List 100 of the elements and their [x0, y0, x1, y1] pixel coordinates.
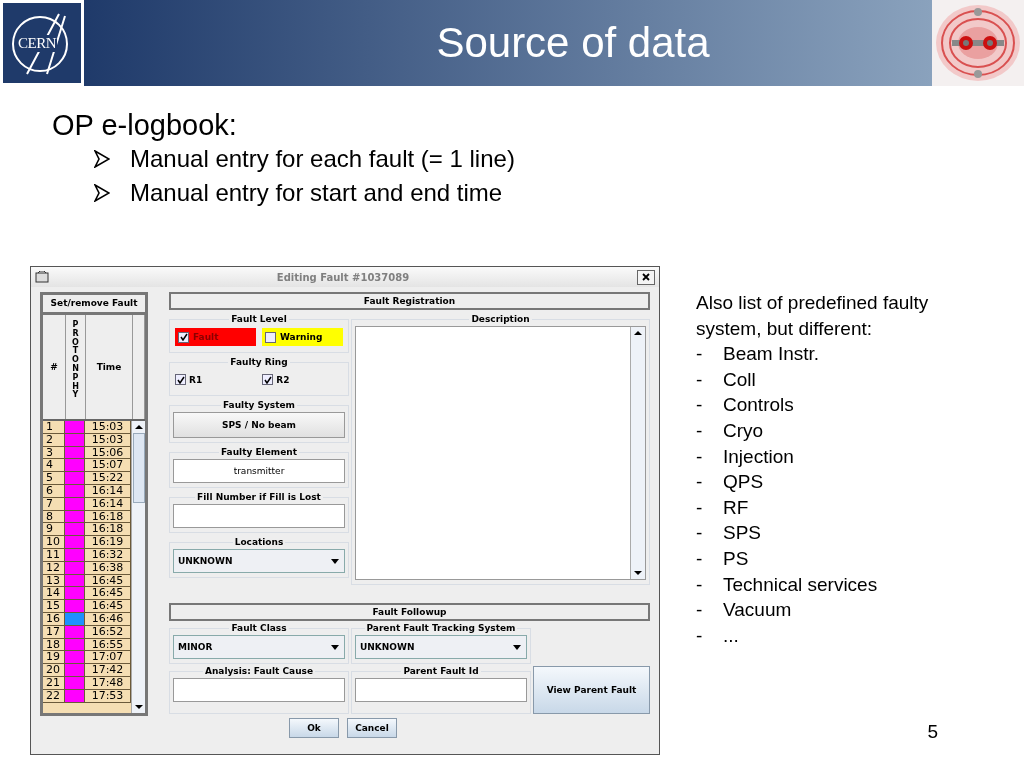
list-item: QPS — [723, 470, 764, 495]
view-parent-button[interactable]: View Parent Fault — [533, 666, 650, 714]
table-row[interactable]: 20 17:42 — [43, 664, 131, 677]
window-title: Editing Fault #1037089 — [275, 271, 411, 283]
table-row[interactable]: 14 16:45 — [43, 587, 131, 601]
note-text: Also list of predefined faulty system, but different: — [696, 291, 930, 341]
list-item: Coll — [723, 367, 756, 392]
element-field[interactable]: transmitter — [173, 459, 345, 483]
table-row[interactable]: 16 16:46 — [43, 612, 131, 626]
list-marker: - — [696, 342, 704, 367]
table-row[interactable]: 13 16:45 — [43, 574, 131, 588]
ring-checkbox[interactable]: R1 — [175, 374, 203, 385]
group-label: Parent Fault Id — [402, 666, 480, 676]
table-row[interactable]: 6 16:14 — [43, 485, 131, 498]
list-marker: - — [696, 546, 704, 571]
table-row[interactable]: 1 15:03 — [43, 421, 131, 434]
slide-heading: OP e-logbook: — [52, 108, 238, 142]
table-row[interactable]: 17 16:52 — [43, 625, 131, 639]
table-row[interactable]: 3 15:06 — [43, 446, 131, 460]
group-label: Faulty Element — [220, 447, 298, 457]
window-icon — [35, 271, 49, 283]
bullet-text: Manual entry for each fault (= 1 line) — [130, 144, 515, 174]
list-marker: - — [696, 393, 704, 418]
column-header: Time — [86, 315, 133, 419]
group-label: Analysis: Fault Cause — [203, 666, 315, 676]
list-item: Beam Instr. — [723, 342, 820, 367]
list-item: PS — [723, 546, 749, 571]
section-header: Fault Registration — [169, 292, 650, 310]
caret-icon — [513, 644, 521, 650]
table-row[interactable]: 22 17:53 — [43, 689, 131, 703]
table-row[interactable]: 10 16:19 — [43, 536, 131, 549]
table-row[interactable]: 9 16:18 — [43, 523, 131, 537]
caret-icon — [331, 644, 339, 650]
group-label: Description — [470, 314, 531, 324]
checkbox[interactable] — [175, 374, 186, 385]
table-row[interactable]: 4 15:07 — [43, 459, 131, 473]
table-row[interactable]: 11 16:32 — [43, 548, 131, 562]
arrowhead-bullet-icon — [94, 184, 110, 202]
table-row[interactable]: 21 17:48 — [43, 676, 131, 690]
scroll-up-icon — [134, 424, 143, 430]
list-item: ... — [723, 623, 739, 648]
dialog-button[interactable]: Cancel — [347, 718, 397, 738]
fault-class-dropdown[interactable]: MINOR — [173, 635, 345, 659]
list-item: Technical services — [723, 572, 878, 597]
list-marker: - — [696, 598, 704, 623]
page-number: 5 — [927, 720, 938, 745]
list-item: Vacuum — [723, 598, 792, 623]
list-marker: - — [696, 572, 704, 597]
ring-checkbox[interactable]: R2 — [262, 374, 290, 385]
list-marker: - — [696, 444, 704, 469]
tracking-system-dropdown[interactable]: UNKNOWN — [355, 635, 527, 659]
fault-cause-field[interactable] — [173, 678, 345, 702]
logo-text: CERN — [17, 34, 57, 52]
list-item: RF — [723, 495, 749, 520]
group-label: Parent Fault Tracking System — [365, 623, 517, 633]
group-label: Fault Class — [230, 623, 288, 633]
close-button[interactable] — [637, 269, 655, 285]
arrowhead-bullet-icon — [94, 150, 110, 168]
checkbox[interactable] — [265, 331, 276, 343]
list-item: Cryo — [723, 418, 764, 443]
locations-dropdown[interactable]: UNKNOWN — [173, 549, 345, 573]
table-row[interactable]: 7 16:14 — [43, 497, 131, 511]
list-marker: - — [696, 521, 704, 546]
system-button[interactable]: SPS / No beam — [173, 412, 345, 438]
caret-icon — [331, 558, 339, 564]
fill-number-field[interactable] — [173, 504, 345, 528]
slide-title: Source of data — [436, 19, 710, 67]
group-label: Fill Number if Fill is Lost — [196, 492, 322, 502]
parent-id-field[interactable] — [355, 678, 527, 702]
table-row[interactable]: 8 16:18 — [43, 510, 131, 524]
scroll-thumb[interactable] — [132, 433, 145, 503]
group-label: Fault Level — [230, 314, 288, 324]
list-marker: - — [696, 367, 704, 392]
bullet-text: Manual entry for start and end time — [130, 178, 503, 208]
table-row[interactable]: 2 15:03 — [43, 433, 131, 447]
table-row[interactable]: 5 15:22 — [43, 472, 131, 485]
list-item: SPS — [723, 521, 762, 546]
dialog-button[interactable]: Ok — [289, 718, 339, 738]
panel-title: Set/remove Fault — [43, 295, 145, 315]
checkbox[interactable] — [178, 331, 189, 343]
group-label: Faulty System — [222, 400, 296, 410]
column-header: PROTONPHY — [66, 315, 86, 419]
list-marker: - — [696, 418, 704, 443]
scroll-down-icon — [134, 704, 143, 710]
scrollbar[interactable] — [131, 421, 145, 713]
list-item: Injection — [723, 444, 794, 469]
table-row[interactable]: 12 16:38 — [43, 561, 131, 575]
table-row[interactable]: 18 16:55 — [43, 638, 131, 652]
list-marker: - — [696, 470, 704, 495]
group-label: Locations — [233, 537, 285, 547]
list-item: Controls — [723, 393, 794, 418]
column-header: # — [43, 315, 66, 419]
checkbox[interactable] — [262, 374, 274, 385]
group-label: Faulty Ring — [229, 357, 289, 367]
table-row[interactable]: 19 17:07 — [43, 651, 131, 665]
list-marker: - — [696, 495, 704, 520]
table-row[interactable]: 15 16:45 — [43, 600, 131, 613]
close-icon — [642, 273, 650, 281]
level-checkbox[interactable]: Warning — [262, 328, 343, 346]
section-header: Fault Followup — [169, 603, 650, 621]
